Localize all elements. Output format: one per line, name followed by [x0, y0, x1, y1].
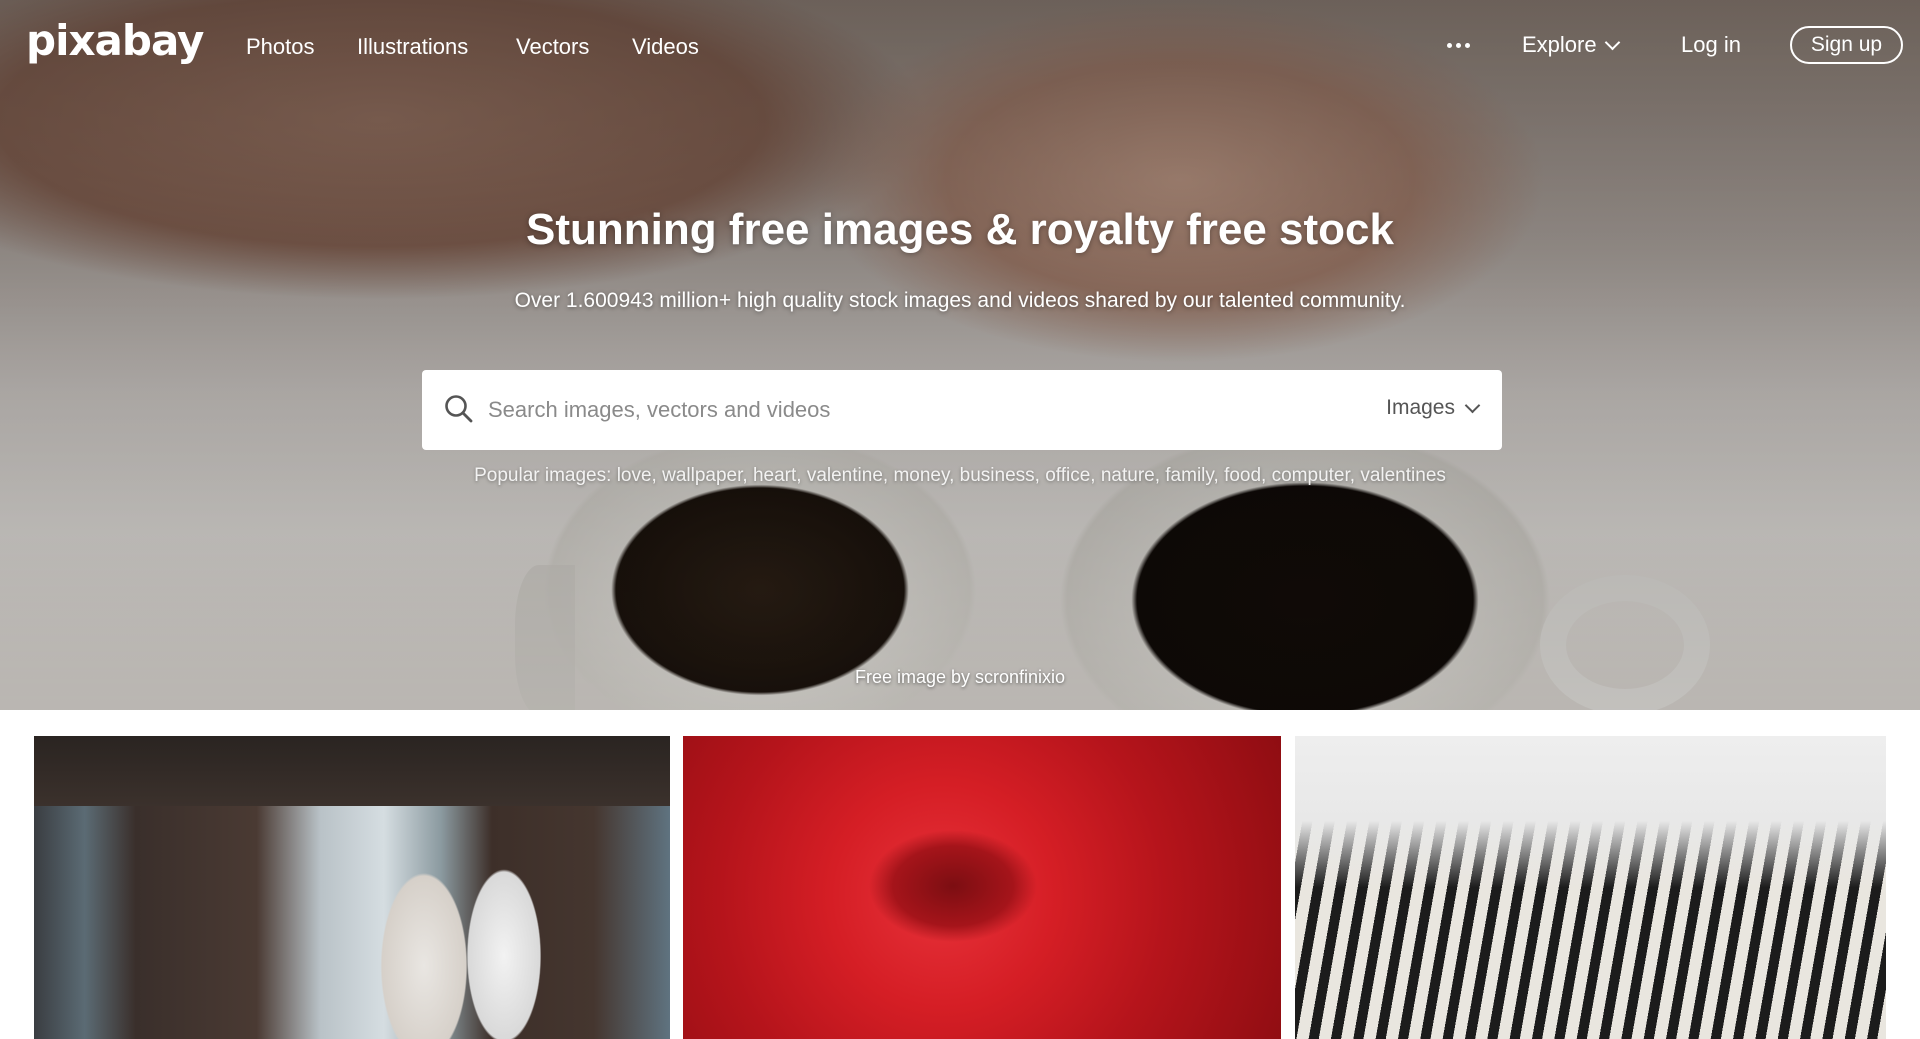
explore-menu-button[interactable]: Explore — [1522, 32, 1620, 58]
popular-tag-computer[interactable]: computer — [1272, 465, 1350, 486]
gallery-image-red-rose[interactable] — [683, 736, 1281, 1039]
popular-prefix: Popular images: — [474, 465, 612, 486]
pixabay-logo[interactable]: pixabay — [26, 16, 204, 65]
explore-label: Explore — [1522, 32, 1597, 57]
popular-tag-love[interactable]: love — [617, 465, 652, 486]
search-type-select[interactable]: Images — [1386, 396, 1481, 420]
popular-tag-family[interactable]: family — [1165, 465, 1213, 486]
gallery-image-zebras[interactable] — [1295, 736, 1886, 1039]
hero-overlay — [0, 0, 1920, 710]
popular-searches: Popular images: love, wallpaper, heart, … — [474, 465, 1446, 486]
hero-subline: Over 1.600943 million+ high quality stoc… — [514, 289, 1406, 312]
popular-tag-nature[interactable]: nature — [1101, 465, 1155, 486]
popular-tag-valentine[interactable]: valentine — [807, 465, 883, 486]
popular-tag-wallpaper[interactable]: wallpaper — [662, 465, 742, 486]
popular-tag-money[interactable]: money — [893, 465, 949, 486]
popular-tag-food[interactable]: food — [1224, 465, 1261, 486]
more-menu-button[interactable] — [1440, 30, 1476, 60]
gallery-image-couple[interactable] — [34, 736, 670, 1039]
hero-headline: Stunning free images & royalty free stoc… — [525, 205, 1395, 254]
image-gallery — [0, 710, 1920, 1039]
top-navigation: pixabay Photos Illustrations Vectors Vid… — [0, 0, 1920, 90]
more-dots-icon — [1446, 42, 1452, 48]
search-icon[interactable] — [442, 392, 476, 426]
popular-tag-valentines[interactable]: valentines — [1360, 465, 1446, 486]
chevron-down-icon — [1464, 397, 1481, 413]
nav-videos[interactable]: Videos — [632, 34, 699, 60]
popular-tag-business[interactable]: business — [960, 465, 1035, 486]
login-link[interactable]: Log in — [1681, 32, 1741, 58]
hero-background-image — [0, 0, 1920, 710]
search-bar: Images — [422, 370, 1502, 450]
nav-illustrations[interactable]: Illustrations — [357, 34, 468, 60]
image-credit-link[interactable]: Free image by scronfinixio — [0, 667, 1920, 688]
nav-vectors[interactable]: Vectors — [516, 34, 589, 60]
search-type-label: Images — [1386, 396, 1455, 419]
nav-photos[interactable]: Photos — [246, 34, 315, 60]
signup-button[interactable]: Sign up — [1790, 26, 1903, 64]
search-input[interactable] — [488, 390, 1288, 430]
popular-tag-office[interactable]: office — [1045, 465, 1090, 486]
popular-tag-heart[interactable]: heart — [753, 465, 796, 486]
chevron-down-icon — [1604, 34, 1620, 50]
